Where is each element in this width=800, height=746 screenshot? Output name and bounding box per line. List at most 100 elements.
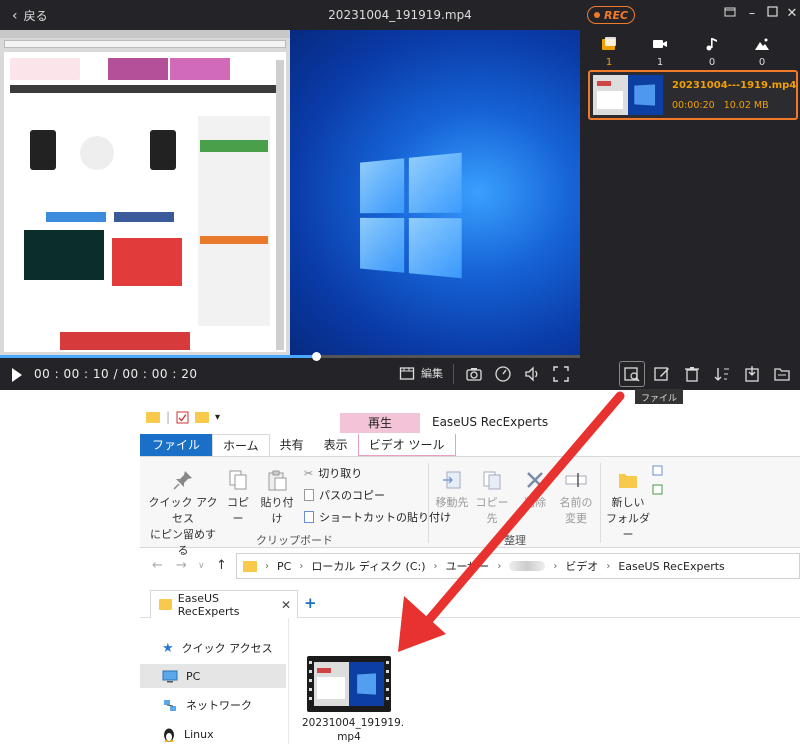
windows-logo-icon xyxy=(360,152,463,280)
seek-bar[interactable] xyxy=(0,352,580,361)
tab-audio[interactable]: 0 xyxy=(692,36,732,68)
chevron-left-icon: ‹ xyxy=(12,7,18,24)
paste-shortcut-label: ショートカットの貼り付け xyxy=(319,511,451,524)
folder-image-icon xyxy=(602,37,616,50)
new-tab-plus-icon[interactable]: + xyxy=(304,594,317,612)
tab-image[interactable]: 0 xyxy=(742,36,782,68)
recent-dropdown-icon[interactable]: ∨ xyxy=(198,561,205,571)
breadcrumb-users[interactable]: ユーザー xyxy=(446,558,490,574)
edit-button[interactable]: 編集 xyxy=(399,365,443,381)
fullscreen-icon[interactable] xyxy=(552,365,570,383)
delete-button[interactable]: 削除 xyxy=(518,469,552,510)
nav-label: クイック アクセス xyxy=(181,642,273,655)
file-explorer-window: | ▾ 再生 EaseUS RecExperts ファイル ホーム 共有 表示 … xyxy=(0,404,800,744)
media-library-panel: 1 1 0 0 20231004---1919.mp4 00:00:20 10.… xyxy=(583,30,800,360)
paste-button[interactable]: 貼り付け xyxy=(256,469,298,526)
nav-label: Linux xyxy=(184,727,214,741)
address-bar[interactable]: › PC › ローカル ディスク (C:) › ユーザー › › ビデオ › E… xyxy=(236,553,800,579)
delete-label: 削除 xyxy=(524,496,546,509)
qat-dropdown-icon[interactable]: ▾ xyxy=(215,412,220,423)
sort-icon[interactable] xyxy=(713,365,731,383)
tab-count: 1 xyxy=(656,57,664,68)
nav-pc[interactable]: PC xyxy=(140,664,286,688)
pin-to-quick-access-button[interactable]: クイック アクセス にピン留めする xyxy=(146,469,220,558)
video-file-thumbnail-icon xyxy=(307,656,391,712)
up-arrow-icon[interactable]: ↑ xyxy=(216,558,227,573)
speed-gauge-icon[interactable] xyxy=(494,365,512,383)
volume-icon[interactable] xyxy=(523,365,541,383)
delete-x-icon xyxy=(527,472,543,488)
folder-tab[interactable]: EaseUS RecExperts ✕ xyxy=(150,590,298,618)
close-tab-icon[interactable]: ✕ xyxy=(281,598,291,612)
tab-view[interactable]: 表示 xyxy=(314,434,358,456)
minimize-to-bar-icon[interactable] xyxy=(720,6,740,22)
folder-icon xyxy=(159,599,172,610)
folder-icon[interactable] xyxy=(773,365,791,383)
copy-path-label: パスのコピー xyxy=(319,489,385,502)
nav-quick-access[interactable]: ★ クイック アクセス xyxy=(140,636,286,660)
seek-bar-fill xyxy=(0,355,317,358)
breadcrumb-pc[interactable]: PC xyxy=(277,560,291,573)
video-file-item[interactable]: 20231004_191919. mp4 xyxy=(302,656,404,744)
tab-home[interactable]: ホーム xyxy=(212,434,270,456)
quick-access-toolbar: | ▾ xyxy=(146,410,220,424)
copy-icon xyxy=(229,470,247,490)
new-folder-icon xyxy=(619,474,637,488)
folder-tab-label: EaseUS RecExperts xyxy=(177,591,240,618)
video-preview[interactable] xyxy=(0,30,580,355)
nav-linux[interactable]: Linux xyxy=(140,722,286,746)
file-name-line-2: mp4 xyxy=(337,731,361,743)
tab-all-files[interactable]: 1 xyxy=(589,36,629,68)
move-to-label: 移動先 xyxy=(435,496,469,509)
copy-path-button[interactable]: パスのコピー xyxy=(304,487,385,503)
new-folder-label-1: 新しい xyxy=(611,496,645,509)
folder-icon[interactable] xyxy=(146,411,160,423)
breadcrumb-recexperts[interactable]: EaseUS RecExperts xyxy=(618,560,724,573)
breadcrumb-username-blurred[interactable] xyxy=(509,561,546,571)
breadcrumb-local-disk[interactable]: ローカル ディスク (C:) xyxy=(311,558,425,574)
back-button[interactable]: ‹ 戻る xyxy=(12,7,48,24)
copy-to-button[interactable]: コピー先 xyxy=(474,469,510,526)
new-item-icon[interactable] xyxy=(652,465,664,509)
nav-label: PC xyxy=(186,669,201,683)
close-icon[interactable]: ✕ xyxy=(782,6,800,21)
navigation-pane: ★ クイック アクセス PC ネットワーク Linux xyxy=(140,618,286,744)
music-note-icon xyxy=(706,38,717,51)
new-folder-icon[interactable] xyxy=(195,411,210,423)
address-row: ← → ∨ ↑ › PC › ローカル ディスク (C:) › ユーザー › ›… xyxy=(140,550,800,582)
tab-file[interactable]: ファイル xyxy=(140,434,213,456)
new-folder-button[interactable]: 新しい フォルダー xyxy=(606,469,650,542)
rename-pencil-icon[interactable] xyxy=(653,365,671,383)
nav-network[interactable]: ネットワーク xyxy=(140,693,286,717)
back-arrow-icon[interactable]: ← xyxy=(152,558,163,573)
open-file-location-icon[interactable] xyxy=(623,365,641,383)
paste-label: 貼り付け xyxy=(260,496,294,525)
tab-video[interactable]: 1 xyxy=(640,36,680,68)
tab-share[interactable]: 共有 xyxy=(270,434,314,456)
rename-label-1: 名前の xyxy=(559,496,593,509)
context-tab-header: 再生 xyxy=(340,413,420,433)
play-icon[interactable] xyxy=(12,368,22,382)
paste-shortcut-icon xyxy=(304,511,314,523)
maximize-icon[interactable] xyxy=(762,6,782,21)
seek-handle[interactable] xyxy=(312,352,322,361)
organize-group-label: 整理 xyxy=(504,534,526,547)
ribbon: クイック アクセス にピン留めする コピー 貼り付け ✂ 切り取り パスのコピー… xyxy=(140,456,800,557)
pane-divider[interactable] xyxy=(288,618,289,744)
move-to-button[interactable]: 移動先 xyxy=(434,469,470,510)
rename-button[interactable]: 名前の 変更 xyxy=(556,469,596,526)
properties-check-icon[interactable] xyxy=(176,411,189,424)
rec-button[interactable]: REC xyxy=(587,6,635,24)
forward-arrow-icon[interactable]: → xyxy=(176,558,187,573)
camera-icon[interactable] xyxy=(465,365,483,383)
recording-item[interactable]: 20231004---1919.mp4 00:00:20 10.02 MB xyxy=(588,70,798,120)
breadcrumb-videos[interactable]: ビデオ xyxy=(565,558,598,574)
delete-trash-icon[interactable] xyxy=(683,365,701,383)
cut-button[interactable]: ✂ 切り取り xyxy=(304,465,362,481)
copy-button[interactable]: コピー xyxy=(224,469,252,526)
monitor-icon xyxy=(162,670,178,682)
tab-count: 0 xyxy=(708,57,716,68)
tab-video-tools[interactable]: ビデオ ツール xyxy=(357,434,456,456)
minimize-icon[interactable]: – xyxy=(742,6,762,21)
import-icon[interactable] xyxy=(743,365,761,383)
